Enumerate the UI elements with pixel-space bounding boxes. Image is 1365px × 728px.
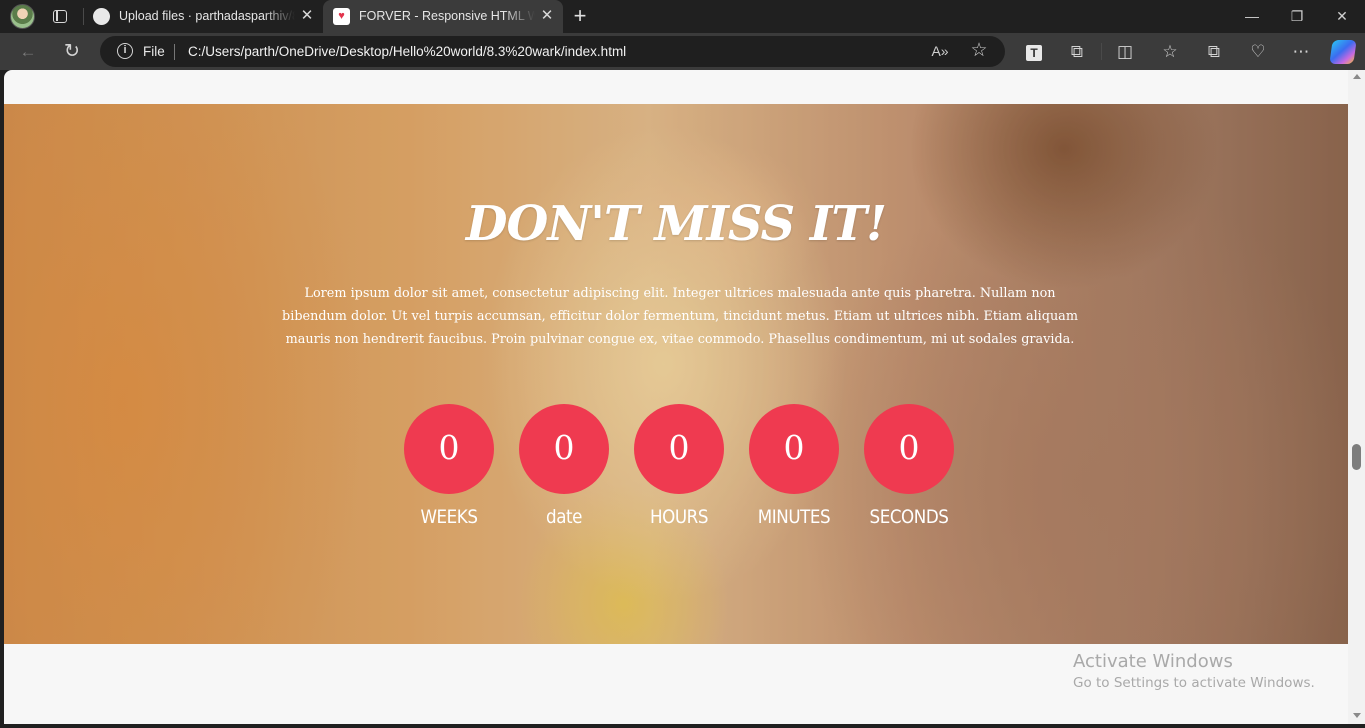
close-window-button[interactable]: ✕ [1319,0,1365,33]
hero-description: Lorem ipsum dolor sit amet, consectetur … [282,286,1078,347]
countdown-hero-section: DON'T MISS IT! Lorem ipsum dolor sit ame… [4,104,1348,644]
page-scrollbar[interactable] [1348,70,1365,724]
split-screen-icon[interactable]: ◫ [1113,40,1137,64]
activate-windows-watermark: Activate Windows Go to Settings to activ… [1073,651,1315,691]
tab-title: FORVER - Responsive HTML Wedding [359,9,535,23]
countdown-minutes: 0 MINUTES [749,404,839,544]
github-icon [93,8,110,25]
restore-button[interactable]: ❐ [1274,0,1320,33]
countdown-label: MINUTES [757,506,831,528]
divider [174,44,175,60]
extensions-puzzle-icon[interactable]: ⧉ [1065,40,1089,64]
new-tab-button[interactable]: + [569,5,591,27]
back-button[interactable]: ← [16,40,40,64]
profile-avatar[interactable] [10,4,35,29]
countdown-timer: 0 WEEKS 0 date 0 HOURS 0 MINUTES 0 SECON… [404,404,964,544]
countdown-value: 0 [519,404,609,494]
copilot-icon[interactable] [1329,40,1357,64]
countdown-label: date [546,506,582,528]
address-url[interactable]: C:/Users/parth/OneDrive/Desktop/Hello%20… [188,44,626,59]
tab-title: Upload files · parthadasparthiv/8.3-w [119,9,295,23]
tab-actions-icon[interactable] [50,7,70,27]
tab-strip: Upload files · parthadasparthiv/8.3-w ✕ … [0,0,1365,33]
favorite-star-icon[interactable]: ☆ [968,40,990,62]
tab-forver[interactable]: ♥ FORVER - Responsive HTML Wedding ✕ [323,0,563,33]
divider [1101,43,1102,60]
countdown-hours: 0 HOURS [634,404,724,544]
page-viewport: DON'T MISS IT! Lorem ipsum dolor sit ame… [4,70,1348,724]
browser-toolbar: ← ↻ i File C:/Users/parth/OneDrive/Deskt… [0,33,1365,70]
tab-upload-files[interactable]: Upload files · parthadasparthiv/8.3-w ✕ [83,0,323,33]
watermark-title: Activate Windows [1073,651,1233,672]
countdown-label: WEEKS [420,506,478,528]
hero-title: DON'T MISS IT! [465,196,887,252]
address-scheme: File [143,44,165,59]
countdown-date: 0 date [519,404,609,544]
reload-button[interactable]: ↻ [60,40,84,64]
favorites-icon[interactable]: ☆ [1158,40,1182,64]
scroll-down-arrow-icon[interactable] [1353,713,1361,718]
scroll-up-arrow-icon[interactable] [1353,74,1361,79]
close-tab-icon[interactable]: ✕ [299,8,315,24]
countdown-value: 0 [634,404,724,494]
countdown-weeks: 0 WEEKS [404,404,494,544]
countdown-seconds: 0 SECONDS [864,404,954,544]
browser-essentials-icon[interactable]: ♡ [1246,40,1270,64]
info-icon[interactable]: i [117,43,133,59]
minimize-button[interactable]: — [1229,0,1275,33]
scrollbar-thumb[interactable] [1352,444,1361,470]
countdown-label: HOURS [649,506,708,528]
address-bar[interactable]: i File C:/Users/parth/OneDrive/Desktop/H… [100,36,1005,67]
countdown-value: 0 [404,404,494,494]
more-menu-icon[interactable]: ⋯ [1289,40,1313,64]
watermark-subtitle: Go to Settings to activate Windows. [1073,675,1315,691]
countdown-value: 0 [864,404,954,494]
countdown-value: 0 [749,404,839,494]
extension-t-icon[interactable]: T [1022,40,1046,64]
heart-icon: ♥ [333,8,350,25]
countdown-label: SECONDS [869,506,949,528]
collections-icon[interactable]: ⧉ [1202,40,1226,64]
hero-background-image [4,104,1348,644]
read-aloud-icon[interactable]: A» [930,41,950,61]
close-tab-icon[interactable]: ✕ [539,8,555,24]
